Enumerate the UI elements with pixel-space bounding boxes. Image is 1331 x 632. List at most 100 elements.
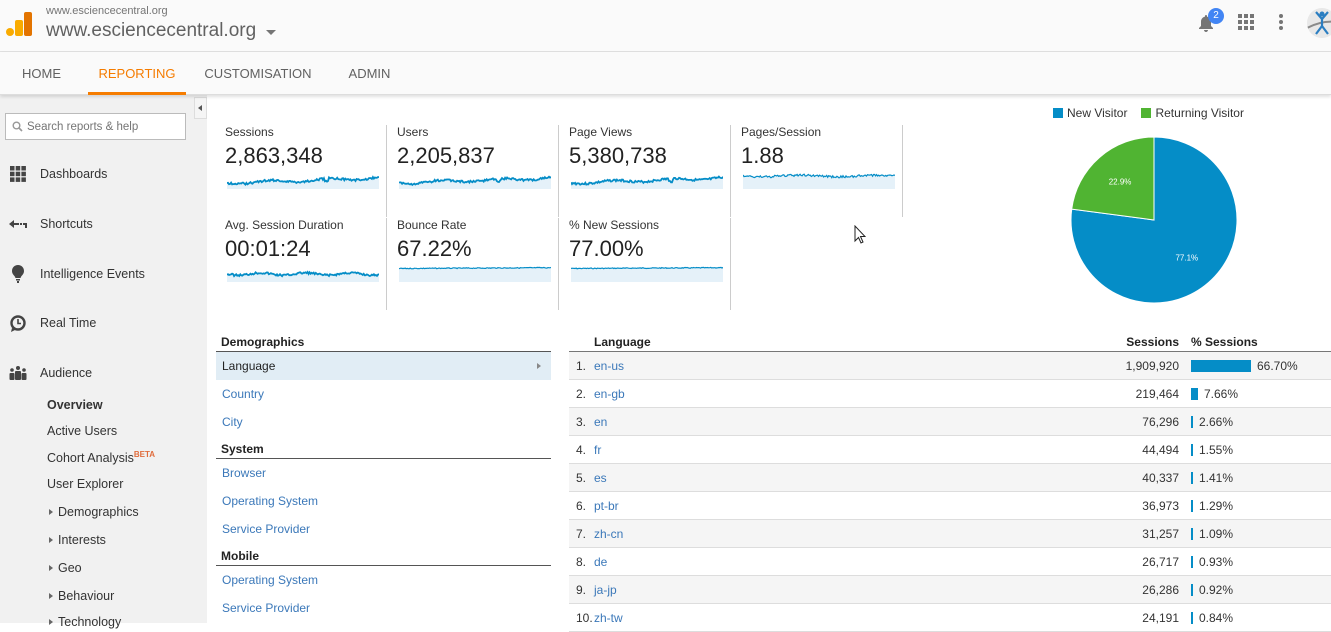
metric-value: 5,380,738 [569, 143, 667, 168]
language-link[interactable]: de [594, 555, 607, 569]
row-rank: 4. [576, 443, 587, 457]
property-selector[interactable]: www.esciencecentral.org [46, 20, 277, 42]
collapse-sidebar-button[interactable] [194, 97, 207, 119]
nav-item-country[interactable]: Country [216, 380, 551, 408]
metric-new-sessions: % New Sessions 77.00% [559, 218, 731, 310]
metric-avg-session-duration: Avg. Session Duration 00:01:24 [215, 218, 387, 310]
tab-home[interactable]: HOME [14, 52, 69, 95]
table-row: 5. es 40,337 1.41% [569, 464, 1331, 492]
shortcut-arrow-icon [8, 214, 28, 234]
lightbulb-icon [8, 264, 28, 284]
dashboard-grid-icon [8, 164, 28, 184]
property-name: www.esciencecentral.org [46, 20, 257, 41]
sessions-value: 26,717 [1142, 555, 1179, 569]
metric-value: 2,205,837 [397, 143, 495, 168]
section-heading: System [216, 440, 551, 459]
pie-data-label: 22.9% [1109, 177, 1132, 186]
nav-item-language[interactable]: Language [216, 352, 551, 380]
metric-label: % New Sessions [569, 218, 660, 232]
row-rank: 8. [576, 555, 587, 569]
tab-customisation[interactable]: CUSTOMISATION [202, 52, 314, 95]
pct-sessions-value: 1.41% [1199, 471, 1234, 485]
metric-label: Sessions [225, 125, 274, 139]
search-box[interactable] [5, 113, 186, 140]
sessions-value: 36,973 [1142, 499, 1179, 513]
sidebar-subitem-geo[interactable]: Geo [49, 561, 82, 575]
sidebar-subitem-overview[interactable]: Overview [47, 398, 103, 412]
column-header-pct-sessions[interactable]: % Sessions [1191, 335, 1258, 349]
sparkline [743, 173, 895, 189]
sidebar-item-shortcuts[interactable]: Shortcuts [0, 213, 207, 235]
metric-pages-per-session: Pages/Session 1.88 [731, 125, 903, 217]
pie-legend: New Visitor Returning Visitor [1053, 106, 1244, 120]
tab-admin[interactable]: ADMIN [342, 52, 397, 95]
nav-item-service-provider[interactable]: Service Provider [216, 515, 551, 543]
sparkline [227, 175, 379, 189]
table-row: 4. fr 44,494 1.55% [569, 436, 1331, 464]
row-rank: 7. [576, 527, 587, 541]
table-row: 3. en 76,296 2.66% [569, 408, 1331, 436]
nav-item-operating-system[interactable]: Operating System [216, 566, 551, 594]
column-header-sessions[interactable]: Sessions [1126, 335, 1179, 349]
legend-item-new-visitor[interactable]: New Visitor [1053, 106, 1127, 120]
sidebar-subitem-cohort-analysis[interactable]: Cohort AnalysisBETA [47, 450, 155, 465]
column-header-language[interactable]: Language [594, 335, 651, 349]
sparkline-area [399, 267, 551, 282]
pct-sessions-value: 1.55% [1199, 443, 1234, 457]
sidebar-subitem-demographics[interactable]: Demographics [49, 505, 139, 519]
row-rank: 1. [576, 359, 587, 373]
language-link[interactable]: en-gb [594, 387, 625, 401]
notification-count-badge[interactable]: 2 [1208, 8, 1224, 24]
top-bar: www.esciencecentral.org www.esciencecent… [0, 0, 1331, 52]
row-rank: 9. [576, 583, 587, 597]
sidebar-item-dashboards[interactable]: Dashboards [0, 163, 207, 185]
sessions-value: 44,494 [1142, 443, 1179, 457]
section-heading: Demographics [216, 333, 551, 352]
language-link[interactable]: fr [594, 443, 601, 457]
metric-label: Users [397, 125, 429, 139]
sidebar-item-label: Audience [40, 366, 93, 380]
apps-grid-icon[interactable] [1238, 14, 1254, 30]
more-vert-icon[interactable] [1279, 14, 1283, 30]
sparkline [399, 175, 551, 189]
mouse-cursor-icon [854, 225, 866, 244]
legend-swatch [1053, 108, 1063, 118]
language-link[interactable]: pt-br [594, 499, 619, 513]
sidebar-item-real-time[interactable]: Real Time [0, 312, 207, 334]
sidebar-item-audience[interactable]: Audience [0, 362, 207, 384]
language-link[interactable]: ja-jp [594, 583, 617, 597]
nav-item-service-provider[interactable]: Service Provider [216, 594, 551, 622]
legend-item-returning-visitor[interactable]: Returning Visitor [1141, 106, 1244, 120]
metric-label: Pages/Session [741, 125, 822, 139]
sidebar-subitem-active-users[interactable]: Active Users [47, 424, 117, 438]
metric-page-views: Page Views 5,380,738 [559, 125, 731, 217]
nav-item-browser[interactable]: Browser [216, 459, 551, 487]
row-rank: 6. [576, 499, 587, 513]
sidebar-item-label: Shortcuts [40, 217, 93, 231]
nav-item-city[interactable]: City [216, 408, 551, 436]
sessions-value: 76,296 [1142, 415, 1179, 429]
sidebar-item-label: Dashboards [40, 167, 108, 181]
pct-sessions-value: 2.66% [1199, 415, 1234, 429]
language-link[interactable]: en-us [594, 359, 624, 373]
sidebar-item-intelligence-events[interactable]: Intelligence Events [0, 263, 207, 285]
sidebar-subitem-technology[interactable]: Technology [49, 615, 121, 629]
analytics-logo-icon[interactable] [6, 12, 32, 36]
pct-sessions-value: 1.09% [1199, 527, 1234, 541]
language-link[interactable]: zh-cn [594, 527, 623, 541]
metric-value: 77.00% [569, 236, 644, 261]
sidebar-subitem-interests[interactable]: Interests [49, 533, 106, 547]
pct-sessions-bar [1191, 556, 1193, 568]
search-input[interactable] [27, 120, 177, 133]
language-link[interactable]: en [594, 415, 607, 429]
tab-reporting[interactable]: REPORTING [88, 52, 186, 95]
user-avatar[interactable] [1307, 8, 1331, 38]
sidebar-subitem-behaviour[interactable]: Behaviour [49, 589, 114, 603]
row-rank: 3. [576, 415, 587, 429]
sparkline [399, 266, 551, 282]
language-link[interactable]: es [594, 471, 607, 485]
sessions-value: 31,257 [1142, 527, 1179, 541]
sidebar-subitem-user-explorer[interactable]: User Explorer [47, 477, 123, 491]
nav-item-operating-system[interactable]: Operating System [216, 487, 551, 515]
sessions-value: 26,286 [1142, 583, 1179, 597]
